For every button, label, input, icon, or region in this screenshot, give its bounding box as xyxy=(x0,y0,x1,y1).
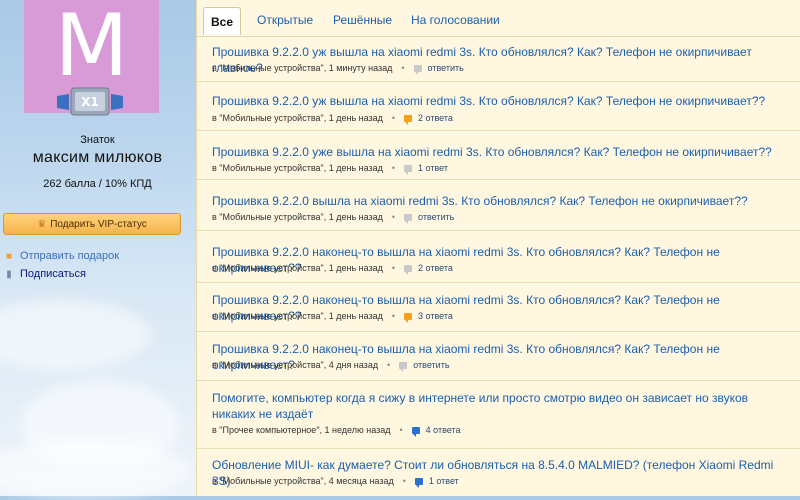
user-name: максим милюков xyxy=(32,149,163,166)
gift-vip-label: Подарить VIP-статус xyxy=(50,218,147,230)
list-item: Помогите, компьютер когда я сижу в интер… xyxy=(197,381,800,449)
list-item: Прошивка 9.2.2.0 наконец-то вышла на xia… xyxy=(197,283,800,332)
avatar-letter: M xyxy=(54,0,129,96)
list-item: Прошивка 9.2.2.0 уж вышла на xiaomi redm… xyxy=(197,82,800,131)
answers-link[interactable]: 4 ответа xyxy=(426,425,461,435)
question-meta: в "Мобильные устройства", 4 месяца назад… xyxy=(212,476,459,488)
send-gift-link[interactable]: ■ Отправить подарок xyxy=(4,250,119,262)
question-category-time: в "Прочее компьютерное", 1 неделю назад xyxy=(212,425,391,435)
badge-label: X1 xyxy=(81,95,99,109)
question-category-time: в "Мобильные устройства", 1 день назад xyxy=(212,263,383,273)
separator: • xyxy=(391,263,396,273)
separator: • xyxy=(402,476,406,486)
question-title[interactable]: Прошивка 9.2.2.0 уж вышла на xiaomi redm… xyxy=(212,93,787,109)
list-item: Прошивка 9.2.2.0 наконец-то вышла на xia… xyxy=(197,231,800,283)
profile-sidebar: M X1 Знаток максим милюков 262 балла / 1… xyxy=(0,0,195,496)
answers-link[interactable]: ответить xyxy=(413,360,449,370)
user-stats: 262 балла / 10% КПД xyxy=(43,178,152,190)
separator: • xyxy=(391,311,396,321)
comment-icon xyxy=(404,213,413,224)
comment-icon xyxy=(404,264,413,275)
gift-vip-button[interactable]: ♛ Подарить VIP-статус xyxy=(3,213,181,235)
answers-link[interactable]: ответить xyxy=(418,212,454,222)
question-meta: в "Мобильные устройства", 1 день назад •… xyxy=(212,113,453,125)
separator: • xyxy=(391,212,396,222)
send-gift-label: Отправить подарок xyxy=(20,250,120,262)
question-title[interactable]: Прошивка 9.2.2.0 уже вышла на xiaomi red… xyxy=(212,144,787,160)
list-item: Обновление MIUI- как думаете? Стоит ли о… xyxy=(197,449,800,496)
separator: • xyxy=(401,63,405,73)
question-category-time: в "Мобильные устройства", 4 дня назад xyxy=(212,360,379,370)
question-tabs: Все Открытые Решённые На голосовании xyxy=(197,0,800,37)
comment-icon xyxy=(411,426,420,437)
comment-icon xyxy=(404,312,413,323)
list-item: Прошивка 9.2.2.0 вышла на xiaomi redmi 3… xyxy=(197,180,800,231)
separator: • xyxy=(387,360,391,370)
answers-link[interactable]: ответить xyxy=(428,63,464,73)
question-meta: в "Мобильные устройства", 1 день назад •… xyxy=(212,311,453,323)
tab-solved[interactable]: Решённые xyxy=(333,13,392,27)
tab-voting[interactable]: На голосовании xyxy=(411,13,500,27)
question-meta: в "Прочее компьютерное", 1 неделю назад … xyxy=(212,425,461,437)
question-category-time: в "Мобильные устройства", 1 день назад xyxy=(212,163,383,173)
comment-icon xyxy=(399,361,408,372)
gift-icon: ■ xyxy=(5,250,13,262)
question-title[interactable]: Прошивка 9.2.2.0 вышла на xiaomi redmi 3… xyxy=(212,193,787,209)
question-category-time: в "Мобильные устройства", 4 месяца назад xyxy=(212,476,394,486)
question-meta: в "Мобильные устройства", 1 день назад •… xyxy=(212,212,454,224)
separator: • xyxy=(391,163,396,173)
answers-link[interactable]: 2 ответа xyxy=(418,113,453,123)
subscribe-label: Подписаться xyxy=(20,268,86,280)
tab-open[interactable]: Открытые xyxy=(257,13,313,27)
answers-link[interactable]: 3 ответа xyxy=(418,311,453,321)
comment-icon xyxy=(404,164,413,175)
answers-link[interactable]: 2 ответа xyxy=(418,263,453,273)
question-meta: в "Мобильные устройства", 1 минуту назад… xyxy=(212,63,464,75)
question-meta: в "Мобильные устройства", 4 дня назад • … xyxy=(212,360,450,372)
list-item: Прошивка 9.2.2.0 уж вышла на xiaomi redm… xyxy=(197,37,800,82)
separator: • xyxy=(399,425,403,435)
question-title[interactable]: Помогите, компьютер когда я сижу в интер… xyxy=(212,390,787,422)
list-item: Прошивка 9.2.2.0 уже вышла на xiaomi red… xyxy=(197,131,800,180)
bookmark-icon: ▮ xyxy=(6,268,12,280)
question-category-time: в "Мобильные устройства", 1 день назад xyxy=(212,212,383,222)
questions-panel: Все Открытые Решённые На голосовании Про… xyxy=(196,0,800,496)
comment-icon xyxy=(413,64,422,75)
answers-link[interactable]: 1 ответ xyxy=(418,163,448,173)
level-badge-icon: X1 xyxy=(55,86,125,116)
separator: • xyxy=(391,113,396,123)
question-category-time: в "Мобильные устройства", 1 минуту назад xyxy=(212,63,393,73)
question-meta: в "Мобильные устройства", 1 день назад •… xyxy=(212,163,448,175)
question-meta: в "Мобильные устройства", 1 день назад •… xyxy=(212,263,453,275)
comment-icon xyxy=(414,477,423,488)
answers-link[interactable]: 1 ответ xyxy=(429,476,459,486)
list-item: Прошивка 9.2.2.0 наконец-то вышла на xia… xyxy=(197,332,800,381)
subscribe-link[interactable]: ▮ Подписаться xyxy=(4,268,86,280)
question-category-time: в "Мобильные устройства", 1 день назад xyxy=(212,311,383,321)
user-rank: Знаток xyxy=(80,134,115,146)
question-category-time: в "Мобильные устройства", 1 день назад xyxy=(212,113,383,123)
comment-icon xyxy=(404,114,413,125)
crown-icon: ♛ xyxy=(37,218,47,230)
tab-all[interactable]: Все xyxy=(203,7,241,35)
